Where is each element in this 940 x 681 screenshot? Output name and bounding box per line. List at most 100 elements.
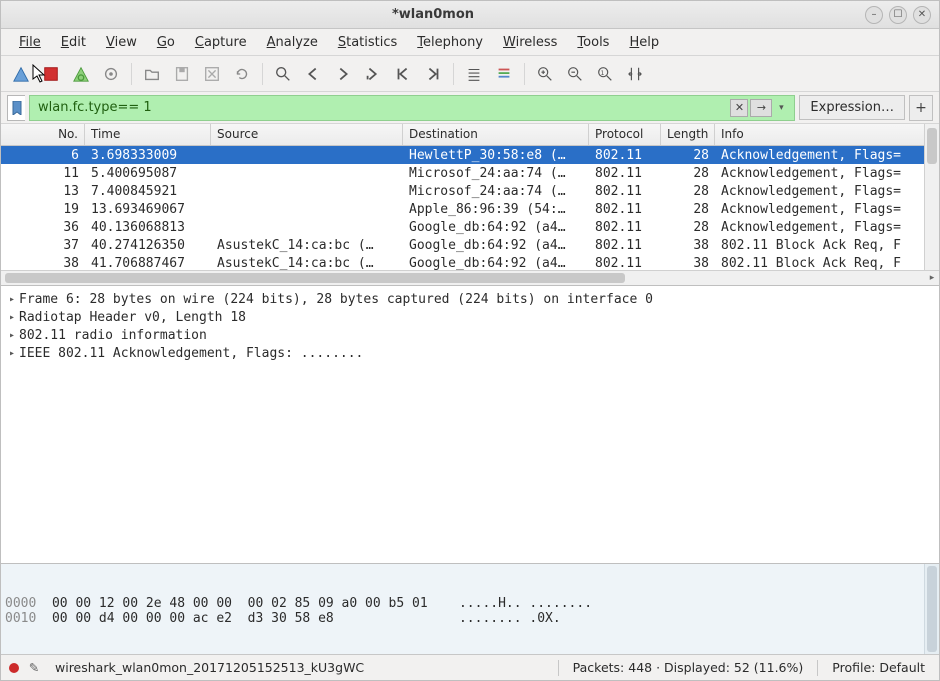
table-row[interactable]: 3640.136068813Google_db:64:92 (a4…802.11…	[1, 218, 939, 236]
expression-button-label: Expression…	[810, 100, 894, 115]
cell-length: 28	[661, 220, 715, 235]
cell-no: 13	[1, 184, 85, 199]
close-file-icon[interactable]	[198, 60, 226, 88]
menu-tools[interactable]: Tools	[567, 32, 619, 53]
column-destination[interactable]: Destination	[403, 124, 589, 145]
go-back-icon[interactable]	[299, 60, 327, 88]
cell-time: 13.693469067	[85, 202, 211, 217]
save-file-icon[interactable]	[168, 60, 196, 88]
capture-options-icon[interactable]	[97, 60, 125, 88]
edit-capture-comment-icon[interactable]: ✎	[27, 660, 41, 675]
menu-statistics[interactable]: Statistics	[328, 32, 407, 53]
maximize-button[interactable]: ☐	[889, 6, 907, 24]
window-buttons: – ☐ ✕	[865, 6, 939, 24]
packet-list-header[interactable]: No. Time Source Destination Protocol Len…	[1, 124, 939, 146]
menu-capture[interactable]: Capture	[185, 32, 257, 53]
column-length[interactable]: Length	[661, 124, 715, 145]
packet-list-scrollbar[interactable]	[924, 124, 939, 285]
menu-edit[interactable]: Edit	[51, 32, 96, 53]
column-time[interactable]: Time	[85, 124, 211, 145]
menu-file[interactable]: File	[9, 32, 51, 53]
open-file-icon[interactable]	[138, 60, 166, 88]
cell-length: 28	[661, 166, 715, 181]
column-source[interactable]: Source	[211, 124, 403, 145]
hex-line[interactable]: 0000 00 00 12 00 2e 48 00 00 00 02 85 09…	[5, 596, 935, 611]
window-title: *wlan0mon	[1, 7, 865, 22]
tree-item[interactable]: ▸802.11 radio information	[5, 326, 935, 344]
cell-time: 3.698333009	[85, 148, 211, 163]
menu-view[interactable]: View	[96, 32, 147, 53]
zoom-out-icon[interactable]	[561, 60, 589, 88]
colorize-icon[interactable]	[490, 60, 518, 88]
menu-wireless[interactable]: Wireless	[493, 32, 567, 53]
add-filter-button[interactable]: +	[909, 95, 933, 121]
expression-button[interactable]: Expression…	[799, 95, 905, 120]
column-protocol[interactable]: Protocol	[589, 124, 661, 145]
zoom-reset-icon[interactable]: 1	[591, 60, 619, 88]
status-file: wireshark_wlan0mon_20171205152513_kU3gWC	[49, 660, 370, 675]
packet-details-pane[interactable]: ▸Frame 6: 28 bytes on wire (224 bits), 2…	[1, 286, 939, 564]
table-row[interactable]: 3740.274126350AsustekC_14:ca:bc (…Google…	[1, 236, 939, 254]
display-filter-field[interactable]: ✕ → ▾	[29, 95, 795, 121]
minimize-button[interactable]: –	[865, 6, 883, 24]
expand-icon[interactable]: ▸	[5, 348, 19, 359]
reload-icon[interactable]	[228, 60, 256, 88]
packet-list-hscrollbar[interactable]: ◂ ▸	[1, 270, 939, 285]
column-no[interactable]: No.	[1, 124, 85, 145]
close-button[interactable]: ✕	[913, 6, 931, 24]
go-forward-icon[interactable]	[329, 60, 357, 88]
expand-icon[interactable]: ▸	[5, 330, 19, 341]
menu-analyze[interactable]: Analyze	[257, 32, 328, 53]
table-row[interactable]: 3841.706887467AsustekC_14:ca:bc (…Google…	[1, 254, 939, 270]
start-capture-icon[interactable]	[7, 60, 35, 88]
clear-filter-icon[interactable]: ✕	[730, 99, 748, 117]
go-last-icon[interactable]	[419, 60, 447, 88]
expert-info-icon[interactable]	[9, 663, 19, 673]
table-row[interactable]: 63.698333009HewlettP_30:58:e8 (…802.1128…	[1, 146, 939, 164]
expand-icon[interactable]: ▸	[5, 312, 19, 323]
menu-help[interactable]: Help	[619, 32, 669, 53]
restart-capture-icon[interactable]	[67, 60, 95, 88]
cell-time: 40.136068813	[85, 220, 211, 235]
filter-history-icon[interactable]: ▾	[774, 99, 788, 117]
go-to-packet-icon[interactable]	[359, 60, 387, 88]
packet-list-body[interactable]: 63.698333009HewlettP_30:58:e8 (…802.1128…	[1, 146, 939, 270]
apply-filter-icon[interactable]: →	[750, 99, 772, 117]
cell-length: 38	[661, 238, 715, 253]
hscroll-right-icon[interactable]: ▸	[925, 271, 939, 285]
status-profile[interactable]: Profile: Default	[826, 660, 931, 675]
toolbar: 1	[1, 56, 939, 92]
cell-info: Acknowledgement, Flags=	[715, 202, 939, 217]
column-info[interactable]: Info	[715, 124, 939, 145]
display-filter-input[interactable]	[36, 99, 726, 116]
go-first-icon[interactable]	[389, 60, 417, 88]
cell-no: 36	[1, 220, 85, 235]
hscroll-thumb[interactable]	[5, 273, 625, 283]
cell-info: Acknowledgement, Flags=	[715, 148, 939, 163]
menu-telephony[interactable]: Telephony	[407, 32, 493, 53]
autoscroll-icon[interactable]	[460, 60, 488, 88]
tree-item[interactable]: ▸Radiotap Header v0, Length 18	[5, 308, 935, 326]
find-icon[interactable]	[269, 60, 297, 88]
resize-columns-icon[interactable]	[621, 60, 649, 88]
hex-scrollbar-thumb[interactable]	[927, 566, 937, 652]
hex-scrollbar[interactable]	[924, 564, 939, 654]
packet-bytes-pane[interactable]: 0000 00 00 12 00 2e 48 00 00 00 02 85 09…	[1, 564, 939, 654]
zoom-in-icon[interactable]	[531, 60, 559, 88]
stop-capture-icon[interactable]	[37, 60, 65, 88]
table-row[interactable]: 115.400695087Microsof_24:aa:74 (…802.112…	[1, 164, 939, 182]
menu-go[interactable]: Go	[147, 32, 185, 53]
tree-item[interactable]: ▸Frame 6: 28 bytes on wire (224 bits), 2…	[5, 290, 935, 308]
scrollbar-thumb[interactable]	[927, 128, 937, 164]
cell-no: 11	[1, 166, 85, 181]
hex-line[interactable]: 0010 00 00 d4 00 00 00 ac e2 d3 30 58 e8…	[5, 611, 935, 626]
expand-icon[interactable]: ▸	[5, 294, 19, 305]
packet-list-pane: No. Time Source Destination Protocol Len…	[1, 124, 939, 286]
table-row[interactable]: 137.400845921Microsof_24:aa:74 (…802.112…	[1, 182, 939, 200]
table-row[interactable]: 1913.693469067Apple_86:96:39 (54:…802.11…	[1, 200, 939, 218]
tree-item[interactable]: ▸IEEE 802.11 Acknowledgement, Flags: ...…	[5, 344, 935, 362]
cell-info: Acknowledgement, Flags=	[715, 166, 939, 181]
filter-bookmark-icon[interactable]	[7, 95, 25, 121]
titlebar: *wlan0mon – ☐ ✕	[1, 1, 939, 29]
tree-item-label: 802.11 radio information	[19, 328, 207, 343]
